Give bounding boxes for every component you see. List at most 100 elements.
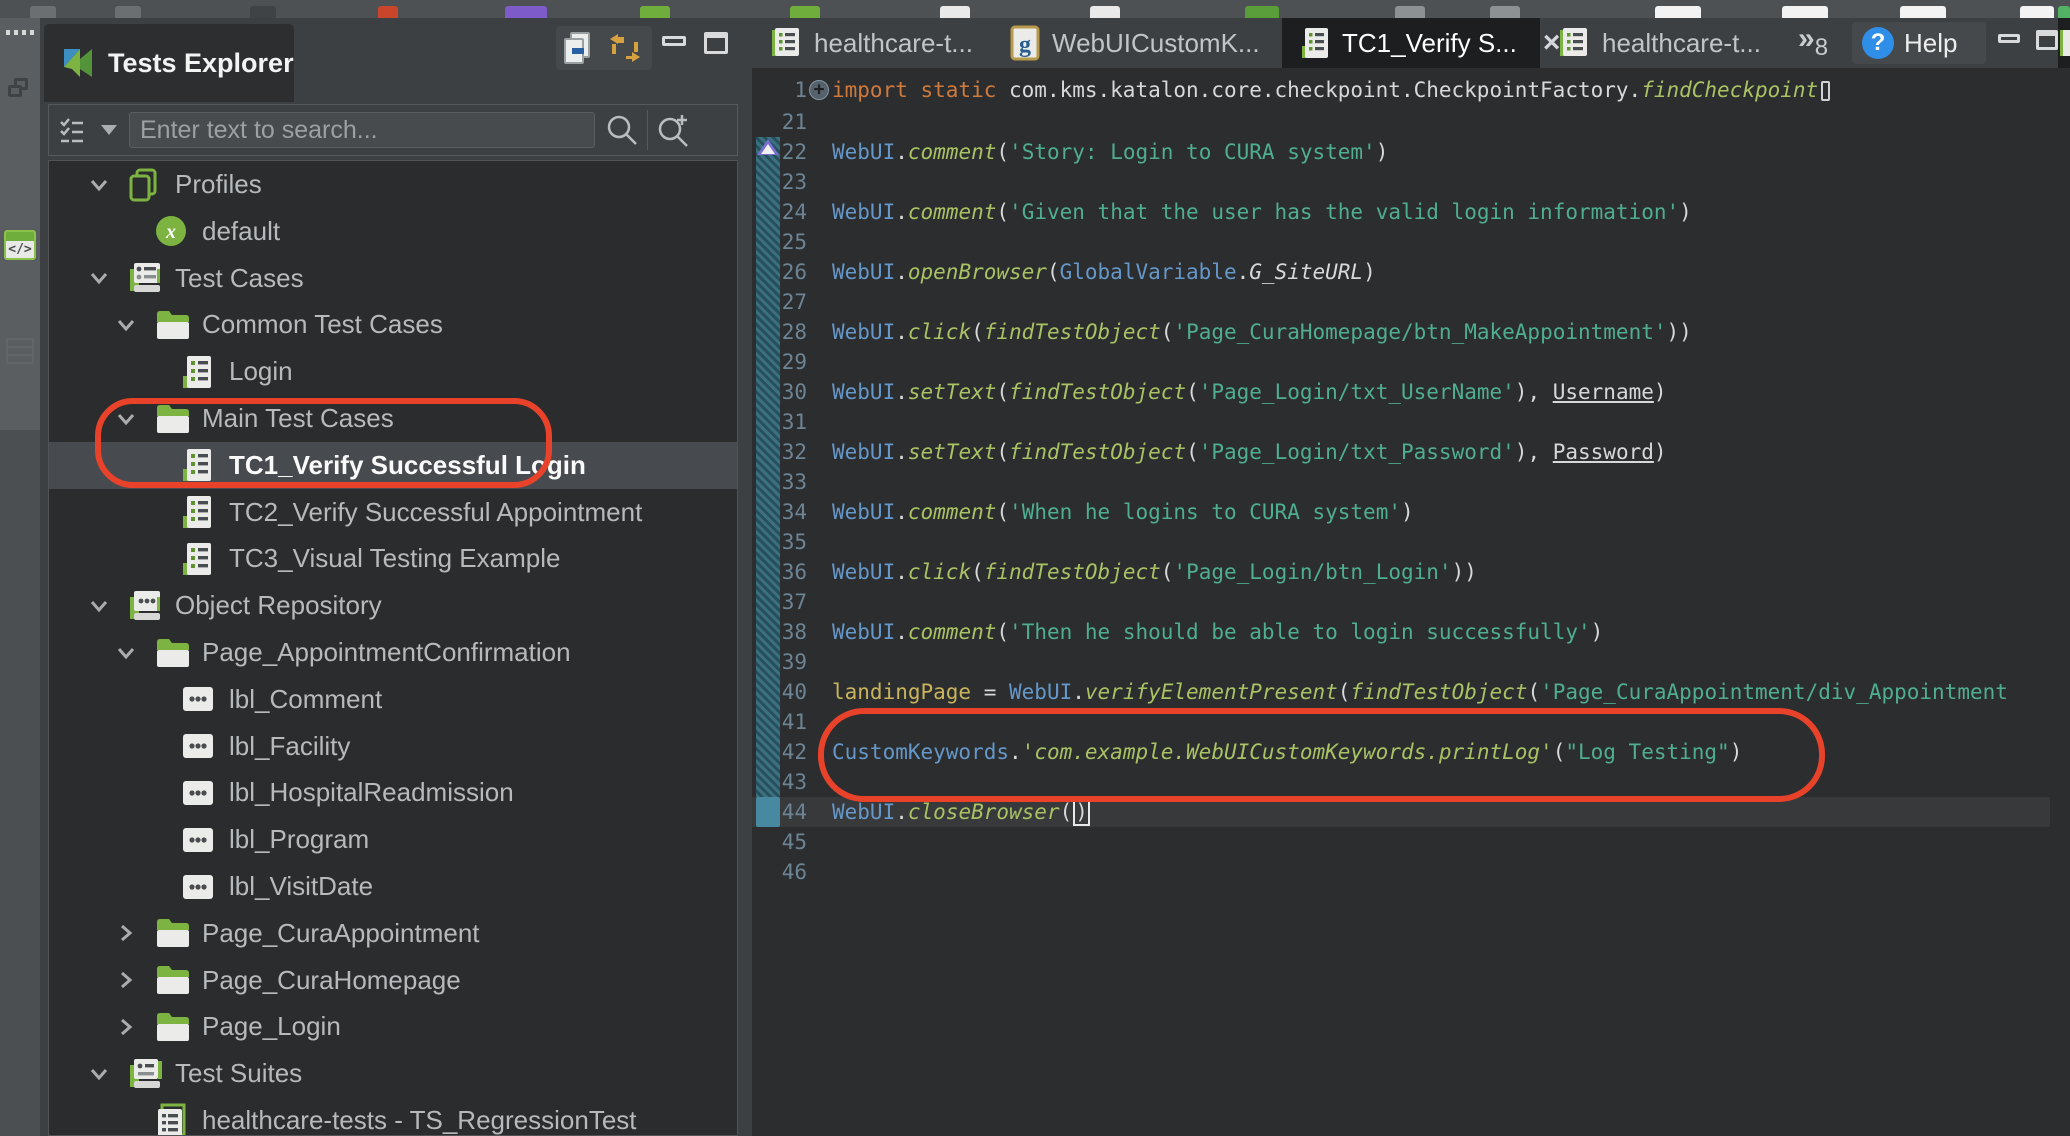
code-line[interactable]: 39 [752, 647, 2070, 677]
toolbar-icon [1395, 6, 1425, 18]
tests-explorer-tab[interactable]: Tests Explorer [44, 24, 294, 102]
chevron-down-icon[interactable] [87, 266, 127, 290]
code-text: WebUI.openBrowser(GlobalVariable.G_SiteU… [832, 257, 1376, 287]
code-line[interactable]: 22WebUI.comment('Story: Login to CURA sy… [752, 137, 2070, 167]
tree-item-label: Test Suites [175, 1058, 302, 1089]
grid-perspective-icon[interactable] [6, 338, 34, 364]
code-line[interactable]: 35 [752, 527, 2070, 557]
code-line[interactable]: 23 [752, 167, 2070, 197]
tab-overflow-indicator[interactable]: »8 [1798, 22, 1828, 62]
help-button[interactable]: ? Help [1852, 22, 1986, 64]
tree-item[interactable]: Profiles [49, 161, 737, 208]
chevron-right-icon[interactable] [114, 1015, 154, 1039]
editor-tab-active[interactable]: TC1_Verify S...× [1282, 18, 1540, 68]
tree-item[interactable]: lbl_VisitDate [49, 863, 737, 910]
code-line[interactable]: 24WebUI.comment('Given that the user has… [752, 197, 2070, 227]
line-number: 44 [752, 797, 807, 827]
filter-dropdown-icon[interactable] [101, 125, 117, 135]
code-line[interactable]: 33 [752, 467, 2070, 497]
code-line[interactable]: 38WebUI.comment('Then he should be able … [752, 617, 2070, 647]
tree-item[interactable]: Test Cases [49, 255, 737, 302]
chevron-right-icon[interactable] [114, 921, 154, 945]
test-suite-file-icon [770, 26, 802, 60]
tree-item[interactable]: lbl_Program [49, 816, 737, 863]
chevron-down-icon[interactable] [114, 641, 154, 665]
restore-windows-icon[interactable] [8, 78, 30, 98]
code-text: WebUI.click(findTestObject('Page_CuraHom… [832, 317, 1692, 347]
editor-tab[interactable]: gWebUICustomK... [992, 18, 1282, 68]
search-icon[interactable] [605, 113, 639, 147]
tree-item[interactable]: xdefault [49, 208, 737, 255]
code-text: WebUI.setText(findTestObject('Page_Login… [832, 377, 1667, 407]
chevron-right-icon[interactable] [114, 968, 154, 992]
toolbar-icon [2020, 6, 2054, 18]
tree-item[interactable]: TC2_Verify Successful Appointment [49, 489, 737, 536]
web-perspective-icon[interactable]: </> [4, 230, 36, 260]
code-line[interactable]: 30WebUI.setText(findTestObject('Page_Log… [752, 377, 2070, 407]
code-line[interactable]: 37 [752, 587, 2070, 617]
maximize-editor-icon[interactable] [2036, 30, 2058, 50]
line-number: 39 [752, 647, 807, 677]
link-with-editor-icon[interactable] [606, 30, 644, 66]
filter-checklist-icon[interactable] [59, 116, 87, 144]
code-line[interactable]: 25 [752, 227, 2070, 257]
code-line[interactable]: 28WebUI.click(findTestObject('Page_CuraH… [752, 317, 2070, 347]
line-number: 24 [752, 197, 807, 227]
tree-item[interactable]: Page_CuraAppointment [49, 910, 737, 957]
code-line[interactable]: 45 [752, 827, 2070, 857]
code-line[interactable]: 40landingPage = WebUI.verifyElementPrese… [752, 677, 2070, 707]
tree-item[interactable]: Common Test Cases [49, 301, 737, 348]
toolbar-icon [940, 6, 970, 18]
line-number: 32 [752, 437, 807, 467]
code-line[interactable]: 26WebUI.openBrowser(GlobalVariable.G_Sit… [752, 257, 2070, 287]
tree-item[interactable]: lbl_Facility [49, 723, 737, 770]
tree-item[interactable]: Object Repository [49, 582, 737, 629]
tree-item[interactable]: lbl_HospitalReadmission [49, 769, 737, 816]
code-text: WebUI.setText(findTestObject('Page_Login… [832, 437, 1667, 467]
editor-tab-label: WebUICustomK... [1052, 28, 1260, 59]
code-line[interactable]: 21 [752, 107, 2070, 137]
code-line[interactable]: 31 [752, 407, 2070, 437]
tree-item[interactable]: Page_Login [49, 1003, 737, 1050]
minimize-editor-icon[interactable] [1998, 34, 2020, 43]
code-line[interactable]: 36WebUI.click(findTestObject('Page_Login… [752, 557, 2070, 587]
code-line[interactable]: 27 [752, 287, 2070, 317]
line-number: 42 [752, 737, 807, 767]
code-text: WebUI.comment('When he logins to CURA sy… [832, 497, 1414, 527]
help-label: Help [1904, 28, 1957, 59]
folder-icon [154, 963, 194, 997]
search-input[interactable] [129, 112, 595, 148]
chevron-down-icon[interactable] [87, 594, 127, 618]
tree-item[interactable]: healthcare-tests - TS_RegressionTest [49, 1097, 737, 1136]
line-number: 33 [752, 467, 807, 497]
code-line[interactable]: 34WebUI.comment('When he logins to CURA … [752, 497, 2070, 527]
code-line[interactable]: 29 [752, 347, 2070, 377]
editor-tab[interactable]: healthcare-t... [1540, 18, 1740, 68]
tree-item[interactable]: Page_AppointmentConfirmation [49, 629, 737, 676]
advanced-search-icon[interactable] [656, 113, 692, 147]
partial-tab-stub[interactable] [2058, 18, 2070, 68]
svg-text:x: x [165, 221, 176, 243]
chevron-down-icon[interactable] [87, 1062, 127, 1086]
maximize-panel-icon[interactable] [704, 32, 728, 54]
tree-item[interactable]: Login [49, 348, 737, 395]
tree-item[interactable]: Test Suites [49, 1050, 737, 1097]
chevron-down-icon[interactable] [87, 173, 127, 197]
line-number: 23 [752, 167, 807, 197]
collapse-all-icon[interactable] [564, 32, 594, 64]
help-icon: ? [1862, 27, 1894, 59]
web-element-icon [181, 779, 221, 807]
tree-item[interactable]: Page_CuraHomepage [49, 957, 737, 1004]
code-line[interactable]: 32 WebUI.setText(findTestObject('Page_Log… [752, 437, 2070, 467]
minimize-panel-icon[interactable] [662, 36, 686, 46]
code-line[interactable]: 46 [752, 857, 2070, 887]
tree-item[interactable]: lbl_Comment [49, 676, 737, 723]
tree-item[interactable]: TC3_Visual Testing Example [49, 535, 737, 582]
code-line[interactable]: 1+import static com.kms.katalon.core.che… [752, 75, 2070, 105]
code-editor[interactable]: 1+import static com.kms.katalon.core.che… [752, 68, 2070, 1136]
fold-expand-icon[interactable]: + [809, 80, 829, 100]
editor-tab[interactable]: healthcare-t... [752, 18, 992, 68]
line-number: 40 [752, 677, 807, 707]
chevron-down-icon[interactable] [114, 313, 154, 337]
folded-region-icon[interactable] [1821, 81, 1830, 101]
